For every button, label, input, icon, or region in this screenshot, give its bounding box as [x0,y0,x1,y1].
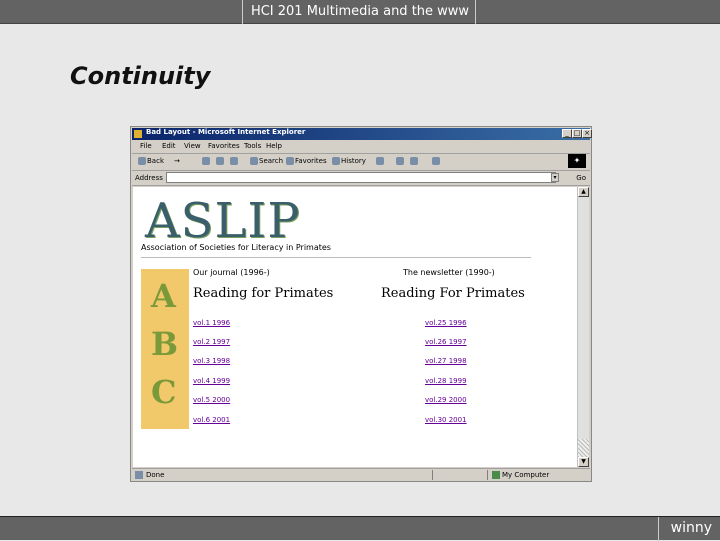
aslip-subtitle: Association of Societies for Literacy in… [141,243,331,252]
abc-graphic: A B C [141,269,189,429]
menu-file[interactable]: File [140,142,152,150]
mail-button[interactable] [376,157,385,165]
stop-icon [202,157,210,165]
menu-edit[interactable]: Edit [162,142,176,150]
discuss-button[interactable] [432,157,441,165]
home-button[interactable] [230,157,239,165]
slide-header-bar: HCI 201 Multimedia and the www [0,0,720,24]
menu-tools[interactable]: Tools [244,142,261,150]
menu-bar: File Edit View Favorites Tools Help ✦ [132,141,590,168]
maximize-button[interactable]: □ [572,129,582,138]
browser-window-title: Bad Layout - Microsoft Internet Explorer [146,128,306,136]
mail-icon [376,157,384,165]
minimize-button[interactable]: _ [562,129,572,138]
refresh-icon [216,157,224,165]
browser-toolbar: Back → Search Favorites History [132,154,590,171]
status-text: Done [146,471,165,479]
newsletter-link[interactable]: vol.27 1998 [425,357,467,365]
status-bar: Done My Computer [132,468,590,481]
journal-link[interactable]: vol.1 1996 [193,319,230,327]
menu-favorites[interactable]: Favorites [208,142,240,150]
menu-view[interactable]: View [184,142,201,150]
aslip-logo: ASLIP [145,193,301,249]
address-bar: Address ▾ Go [132,171,590,186]
back-button[interactable]: Back [138,157,164,165]
slide-title: Continuity [70,62,211,90]
journal-heading: Reading for Primates [193,286,334,301]
journal-link[interactable]: vol.5 2000 [193,396,230,404]
edit-button[interactable] [410,157,419,165]
home-icon [230,157,238,165]
scroll-down-button[interactable]: ▼ [578,457,589,467]
search-button[interactable]: Search [250,157,283,165]
back-label: Back [147,157,164,165]
search-label: Search [259,157,284,165]
search-icon [250,157,258,165]
ie-icon [134,130,142,138]
newsletter-link[interactable]: vol.29 2000 [425,396,467,404]
menu-help[interactable]: Help [266,142,282,150]
newsletter-link[interactable]: vol.30 2001 [425,416,467,424]
newsletter-link[interactable]: vol.28 1999 [425,377,467,385]
newsletter-heading: Reading For Primates [381,286,525,301]
abc-letter-a: A [151,277,176,315]
divider [141,257,531,258]
vertical-scrollbar[interactable]: ▲ ▼ [577,187,589,467]
stop-button[interactable] [202,157,211,165]
print-icon [396,157,404,165]
scroll-track[interactable] [578,439,589,457]
journal-link[interactable]: vol.3 1998 [193,357,230,365]
computer-zone-icon [492,471,500,479]
browser-window: Bad Layout - Microsoft Internet Explorer… [130,126,592,482]
favorites-button[interactable]: Favorites [286,157,327,165]
page-done-icon [135,471,143,479]
slide-footer-bar: winny [0,516,720,541]
address-dropdown-button[interactable]: ▾ [551,173,559,182]
address-input[interactable] [166,172,556,183]
history-label: History [341,157,366,165]
status-divider [487,470,488,480]
history-button[interactable]: History [332,157,366,165]
abc-letter-c: C [151,373,177,411]
newsletter-caption: The newsletter (1990-) [403,268,495,277]
footer-divider [658,517,659,541]
scroll-up-button[interactable]: ▲ [578,187,589,197]
back-arrow-icon [138,157,146,165]
history-icon [332,157,340,165]
close-button[interactable]: × [582,129,592,138]
print-button[interactable] [396,157,405,165]
page-content: ASLIP Association of Societies for Liter… [133,187,577,467]
journal-caption: Our journal (1996-) [193,268,270,277]
security-zone-text: My Computer [502,471,550,479]
abc-letter-b: B [151,325,179,363]
forward-button[interactable]: → [174,157,180,165]
favorites-icon [286,157,294,165]
slide-footer-author: winny [670,520,712,536]
favorites-label: Favorites [295,157,327,165]
refresh-button[interactable] [216,157,225,165]
journal-link[interactable]: vol.2 1997 [193,338,230,346]
newsletter-link[interactable]: vol.26 1997 [425,338,467,346]
discuss-icon [432,157,440,165]
journal-link[interactable]: vol.6 2001 [193,416,230,424]
newsletter-link[interactable]: vol.25 1996 [425,319,467,327]
edit-icon [410,157,418,165]
address-label: Address [135,174,163,182]
browser-titlebar: Bad Layout - Microsoft Internet Explorer… [132,128,592,140]
slide-header-title: HCI 201 Multimedia and the www [250,4,470,19]
status-divider [432,470,433,480]
go-button[interactable]: Go [576,174,586,182]
journal-link[interactable]: vol.4 1999 [193,377,230,385]
